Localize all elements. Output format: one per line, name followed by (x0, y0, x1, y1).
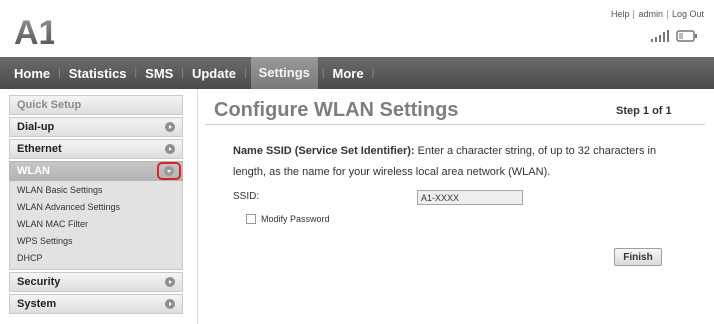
logout-link[interactable]: Log Out (672, 9, 704, 19)
chevron-down-icon[interactable] (164, 166, 174, 176)
nav-divider: | (134, 67, 138, 79)
chevron-right-icon (165, 144, 175, 154)
nav-home[interactable]: Home (14, 66, 50, 81)
sidebar-item-label: Dial-up (17, 121, 55, 133)
sidebar-item-security[interactable]: Security (9, 272, 183, 292)
submenu-dhcp[interactable]: DHCP (10, 250, 182, 267)
top-links: Help admin Log Out (611, 9, 704, 19)
sidebar-item-label: Security (17, 276, 61, 288)
content-divider (197, 89, 198, 324)
nav-more[interactable]: More (333, 66, 364, 81)
sidebar-item-label: Ethernet (17, 143, 62, 155)
step-indicator: Step 1 of 1 (616, 105, 672, 117)
page-title: Configure WLAN Settings (214, 99, 459, 121)
nav-divider: | (181, 67, 184, 79)
sidebar-item-system[interactable]: System (9, 294, 183, 314)
highlight-ring (157, 162, 181, 180)
nav-divider: | (321, 67, 325, 79)
link-divider (666, 9, 668, 19)
nav-update[interactable]: Update (192, 66, 236, 81)
nav-divider: | (58, 67, 61, 79)
chevron-right-icon (165, 277, 175, 287)
chevron-right-icon (165, 299, 175, 309)
sidebar-item-ethernet[interactable]: Ethernet (9, 139, 183, 159)
modify-password-label: Modify Password (261, 214, 330, 224)
submenu-wps-settings[interactable]: WPS Settings (10, 233, 182, 250)
link-divider (633, 9, 635, 19)
help-link[interactable]: Help (611, 9, 630, 19)
a1-logo: A1 (14, 14, 54, 48)
nav-divider: | (371, 67, 375, 79)
nav-sms[interactable]: SMS (145, 66, 173, 81)
sidebar-item-wlan[interactable]: WLAN (9, 161, 183, 181)
ssid-description-heading: Name SSID (Service Set Identifier): (233, 145, 415, 157)
chevron-right-icon (165, 122, 175, 132)
settings-sidebar: Quick Setup Dial-up Ethernet WLAN WLAN B… (9, 95, 183, 316)
svg-text:A1: A1 (14, 14, 54, 48)
submenu-wlan-basic-settings[interactable]: WLAN Basic Settings (10, 182, 182, 199)
ssid-input[interactable] (417, 190, 523, 205)
sidebar-item-quick-setup[interactable]: Quick Setup (9, 95, 183, 115)
admin-link[interactable]: admin (638, 9, 663, 19)
submenu-wlan-advanced-settings[interactable]: WLAN Advanced Settings (10, 199, 182, 216)
battery-icon (676, 30, 697, 42)
ssid-label: SSID: (233, 191, 260, 202)
modify-password-checkbox[interactable] (246, 214, 256, 224)
sidebar-item-label: System (17, 298, 57, 310)
sidebar-item-label: WLAN (17, 165, 50, 177)
ssid-description: Name SSID (Service Set Identifier): Ente… (233, 141, 673, 183)
main-nav: Home | Statistics | SMS | Update | Setti… (0, 57, 714, 89)
title-divider (205, 124, 705, 125)
submenu-wlan-mac-filter[interactable]: WLAN MAC Filter (10, 216, 182, 233)
nav-settings[interactable]: Settings (250, 57, 318, 89)
finish-button[interactable]: Finish (614, 248, 662, 266)
nav-divider: | (244, 67, 247, 79)
modify-password-row: Modify Password (246, 214, 330, 224)
nav-statistics[interactable]: Statistics (69, 66, 127, 81)
sidebar-item-label: Quick Setup (17, 99, 82, 111)
signal-bars-icon (651, 30, 669, 42)
wlan-submenu: WLAN Basic Settings WLAN Advanced Settin… (9, 181, 183, 270)
sidebar-item-dialup[interactable]: Dial-up (9, 117, 183, 137)
